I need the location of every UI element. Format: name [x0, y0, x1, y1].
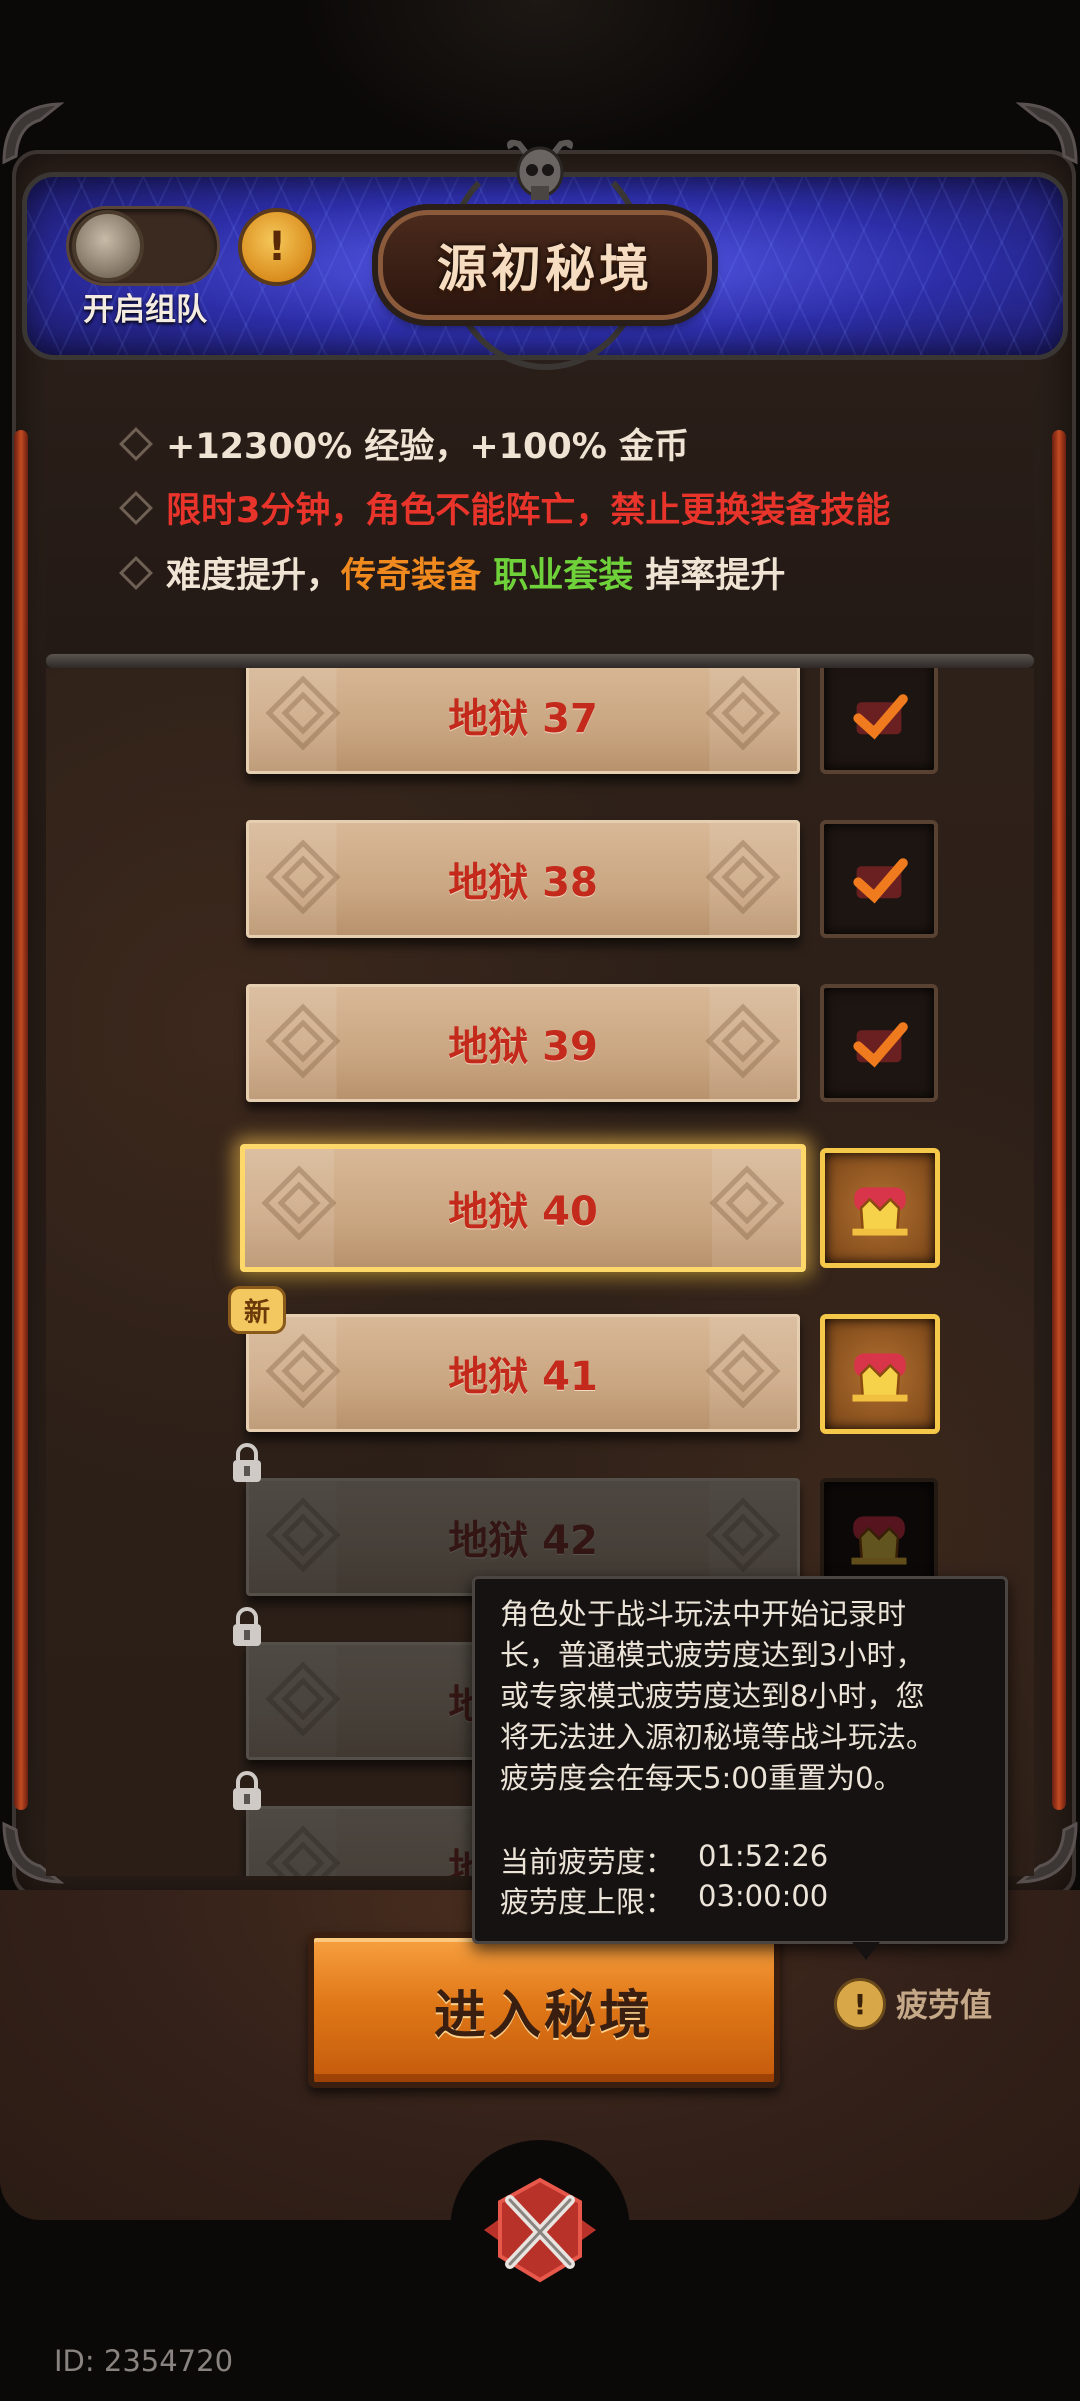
knot-pattern-icon: [263, 1495, 343, 1575]
lock-icon: [230, 1606, 264, 1648]
knot-pattern-icon: [703, 837, 783, 917]
rule-line: 限时3分钟，角色不能阵亡，禁止更换装备技能: [166, 482, 890, 533]
right-rail: [1052, 430, 1066, 1810]
level-label: 地狱 38: [448, 860, 598, 906]
fatigue-current-label: 当前疲劳度：: [500, 1845, 675, 1879]
rule-line: +12300% 经验，+100% 金币: [166, 418, 689, 469]
knot-pattern-icon: [259, 1163, 339, 1243]
corner-ornament-icon: [1010, 96, 1080, 166]
rule-segment: 难度提升，: [166, 556, 342, 596]
reward-chest-icon[interactable]: [820, 1148, 940, 1268]
enter-realm-button[interactable]: 进入秘境: [308, 1932, 780, 2088]
page-title: 源初秘境: [437, 240, 653, 298]
fatigue-limit-value: 03:00:00: [698, 1879, 829, 1913]
rule-segment: 掉率提升: [633, 556, 786, 596]
knot-pattern-icon: [263, 1001, 343, 1081]
rule-segment: +12300% 经验，+100% 金币: [166, 427, 689, 467]
knot-pattern-icon: [703, 1001, 783, 1081]
lock-icon: [230, 1770, 264, 1812]
reward-claimed-icon[interactable]: [820, 668, 938, 774]
lock-icon: [230, 1442, 264, 1484]
title-plate: 源初秘境: [378, 210, 712, 320]
new-badge: 新: [228, 1286, 286, 1334]
user-id: ID: 2354720: [54, 2344, 234, 2378]
level-label: 地狱 37: [448, 696, 598, 742]
level-label: 地狱 41: [448, 1354, 598, 1400]
level-label: 地狱 40: [448, 1189, 598, 1235]
level-card[interactable]: 地狱 37: [246, 668, 800, 774]
tooltip-pointer: [852, 1942, 880, 1960]
fatigue-current-row: 当前疲劳度： 01:52:26: [500, 1839, 828, 1881]
knot-pattern-icon: [703, 673, 783, 753]
level-card[interactable]: 地狱 41: [246, 1314, 800, 1432]
top-ornament: [300, 0, 780, 160]
team-toggle-label: 开启组队: [83, 292, 207, 328]
knot-pattern-icon: [263, 837, 343, 917]
divider: [46, 654, 1034, 668]
level-card[interactable]: 地狱 40: [240, 1144, 806, 1272]
reward-claimed-icon[interactable]: [820, 820, 938, 938]
left-rail: [14, 430, 28, 1810]
reward-chest-icon[interactable]: [820, 1314, 940, 1434]
knot-pattern-icon: [707, 1163, 787, 1243]
team-toggle-knob[interactable]: [72, 210, 144, 282]
skull-icon: [505, 138, 575, 210]
level-card[interactable]: 地狱 38: [246, 820, 800, 938]
fatigue-limit-label: 疲劳度上限：: [500, 1885, 675, 1919]
rule-segment: 职业套装: [481, 556, 634, 596]
knot-pattern-icon: [263, 1659, 343, 1739]
crossed-swords-icon[interactable]: [450, 2140, 630, 2320]
fatigue-label[interactable]: 疲劳值: [896, 1980, 992, 2026]
rule-segment: 限时3分钟，角色不能阵亡，禁止更换装备技能: [166, 491, 891, 531]
corner-ornament-icon: [0, 96, 70, 166]
level-label: 地狱 39: [448, 1024, 598, 1070]
fatigue-info-icon[interactable]: !: [834, 1978, 886, 2030]
fatigue-current-value: 01:52:26: [698, 1839, 829, 1873]
knot-pattern-icon: [263, 673, 343, 753]
level-card[interactable]: 地狱 39: [246, 984, 800, 1102]
rule-segment: 传奇装备: [341, 556, 482, 596]
knot-pattern-icon: [703, 1331, 783, 1411]
fatigue-limit-row: 疲劳度上限： 03:00:00: [500, 1879, 828, 1921]
knot-pattern-icon: [263, 1823, 343, 1876]
knot-pattern-icon: [263, 1331, 343, 1411]
reward-claimed-icon[interactable]: [820, 984, 938, 1102]
enter-realm-label: 进入秘境: [433, 1985, 654, 2046]
info-icon[interactable]: !: [238, 208, 316, 286]
tooltip-text: 角色处于战斗玩法中开始记录时 长，普通模式疲劳度达到3小时， 或专家模式疲劳度达…: [500, 1597, 936, 1795]
rule-line: 难度提升，传奇装备 职业套装 掉率提升: [166, 547, 785, 598]
level-label: 地狱 42: [448, 1518, 598, 1564]
knot-pattern-icon: [703, 1495, 783, 1575]
